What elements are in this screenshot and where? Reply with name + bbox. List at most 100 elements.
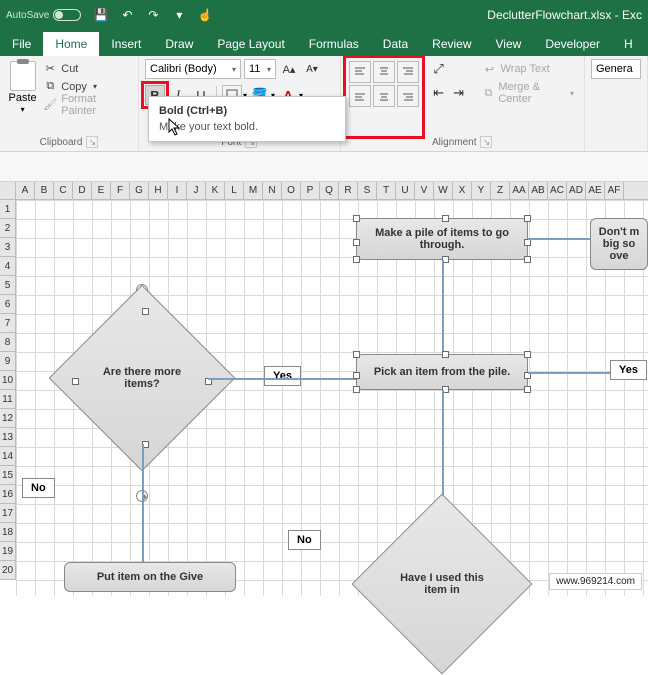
row-hdr[interactable]: 12 [0,409,16,428]
merge-center-button[interactable]: ⧉Merge & Center▾ [479,83,578,103]
dialog-launcher-icon[interactable]: ↘ [480,136,492,148]
row-hdr[interactable]: 19 [0,542,16,561]
orientation-button[interactable]: ⤢ [429,59,449,79]
col-hdr[interactable]: Y [472,182,491,199]
col-hdr[interactable]: E [92,182,111,199]
row-hdr[interactable]: 10 [0,371,16,390]
toggle-off-icon[interactable] [53,9,81,21]
col-hdr[interactable]: G [130,182,149,199]
row-hdr[interactable]: 20 [0,561,16,580]
wrap-text-button[interactable]: ↩Wrap Text [479,59,578,79]
col-hdr[interactable]: D [73,182,92,199]
save-icon[interactable]: 💾 [93,7,109,23]
col-hdr[interactable]: L [225,182,244,199]
connector[interactable] [208,378,356,380]
col-hdr[interactable]: Q [320,182,339,199]
col-hdr[interactable]: H [149,182,168,199]
col-hdr[interactable]: N [263,182,282,199]
row-hdr[interactable]: 14 [0,447,16,466]
connector[interactable] [528,372,610,374]
row-hdr[interactable]: 18 [0,523,16,542]
col-hdr[interactable]: W [434,182,453,199]
row-hdr[interactable]: 17 [0,504,16,523]
redo-icon[interactable]: ↷ [145,7,161,23]
col-hdr[interactable]: F [111,182,130,199]
row-hdr[interactable]: 1 [0,200,16,219]
flowchart-label-no[interactable]: No [288,530,321,550]
col-hdr[interactable]: U [396,182,415,199]
col-hdr[interactable]: AF [605,182,624,199]
formula-bar-area[interactable] [0,152,648,182]
row-hdr[interactable]: 3 [0,238,16,257]
col-hdr[interactable]: X [453,182,472,199]
tab-insert[interactable]: Insert [99,32,153,56]
tab-view[interactable]: View [484,32,534,56]
row-hdr[interactable]: 2 [0,219,16,238]
dialog-launcher-icon[interactable]: ↘ [86,136,98,148]
flowchart-label-yes[interactable]: Yes [610,360,647,380]
align-top-center-button[interactable] [373,61,395,83]
font-size-combo[interactable]: 11▾ [244,59,276,79]
align-bottom-left-button[interactable] [349,85,371,107]
col-hdr[interactable]: T [377,182,396,199]
cut-button[interactable]: ✂Cut [43,60,132,77]
col-hdr[interactable]: AE [586,182,605,199]
row-hdr[interactable]: 16 [0,485,16,504]
row-hdr[interactable]: 7 [0,314,16,333]
flowchart-label-no[interactable]: No [22,478,55,498]
flowchart-decision-are-there[interactable]: Are there more items? [76,312,208,444]
col-hdr[interactable]: O [282,182,301,199]
col-hdr[interactable]: R [339,182,358,199]
tab-home[interactable]: Home [43,32,99,56]
row-hdr[interactable]: 4 [0,257,16,276]
col-hdr[interactable]: AB [529,182,548,199]
col-hdr[interactable]: M [244,182,263,199]
flowchart-shape-pick[interactable]: Pick an item from the pile. [356,354,528,390]
increase-font-size-button[interactable]: A▴ [279,59,299,79]
col-hdr[interactable]: P [301,182,320,199]
tab-review[interactable]: Review [420,32,483,56]
tab-developer[interactable]: Developer [533,32,612,56]
col-hdr[interactable]: B [35,182,54,199]
tab-file[interactable]: File [0,32,43,56]
font-name-combo[interactable]: Calibri (Body)▾ [145,59,241,79]
align-top-left-button[interactable] [349,61,371,83]
flowchart-shape-put-item[interactable]: Put item on the Give [64,562,236,592]
flowchart-decision-have-used[interactable]: Have I used this item in [378,520,506,648]
row-hdr[interactable]: 5 [0,276,16,295]
increase-indent-button[interactable]: ⇥ [449,83,469,103]
col-hdr[interactable]: C [54,182,73,199]
touch-mode-icon[interactable]: ☝ [197,7,213,23]
col-hdr[interactable]: S [358,182,377,199]
col-hdr[interactable]: K [206,182,225,199]
align-bottom-right-button[interactable] [397,85,419,107]
tab-page-layout[interactable]: Page Layout [205,32,296,56]
flowchart-shape-pile[interactable]: Make a pile of items to go through. [356,218,528,260]
tab-data[interactable]: Data [371,32,420,56]
undo-icon[interactable]: ↶ [119,7,135,23]
autosave-toggle[interactable]: AutoSave [6,9,81,21]
paste-button[interactable]: Paste ▾ [6,59,39,135]
col-hdr[interactable]: A [16,182,35,199]
col-hdr[interactable]: I [168,182,187,199]
number-format-combo[interactable]: Genera [591,59,641,79]
connector[interactable] [528,238,590,240]
row-hdr[interactable]: 9 [0,352,16,371]
decrease-indent-button[interactable]: ⇤ [429,83,449,103]
col-hdr[interactable]: AC [548,182,567,199]
decrease-font-size-button[interactable]: A▾ [302,59,322,79]
tab-draw[interactable]: Draw [153,32,205,56]
flowchart-label-yes[interactable]: Yes [264,366,301,386]
row-hdr[interactable]: 15 [0,466,16,485]
select-all-corner[interactable] [0,182,16,199]
tab-formulas[interactable]: Formulas [297,32,371,56]
format-painter-button[interactable]: 🖌Format Painter [43,96,132,113]
align-top-right-button[interactable] [397,61,419,83]
row-hdr[interactable]: 8 [0,333,16,352]
flowchart-shape-dont[interactable]: Don't m big so ove [590,218,648,270]
col-hdr[interactable]: AA [510,182,529,199]
row-hdr[interactable]: 6 [0,295,16,314]
col-hdr[interactable]: AD [567,182,586,199]
connector[interactable] [142,444,144,564]
col-hdr[interactable]: J [187,182,206,199]
